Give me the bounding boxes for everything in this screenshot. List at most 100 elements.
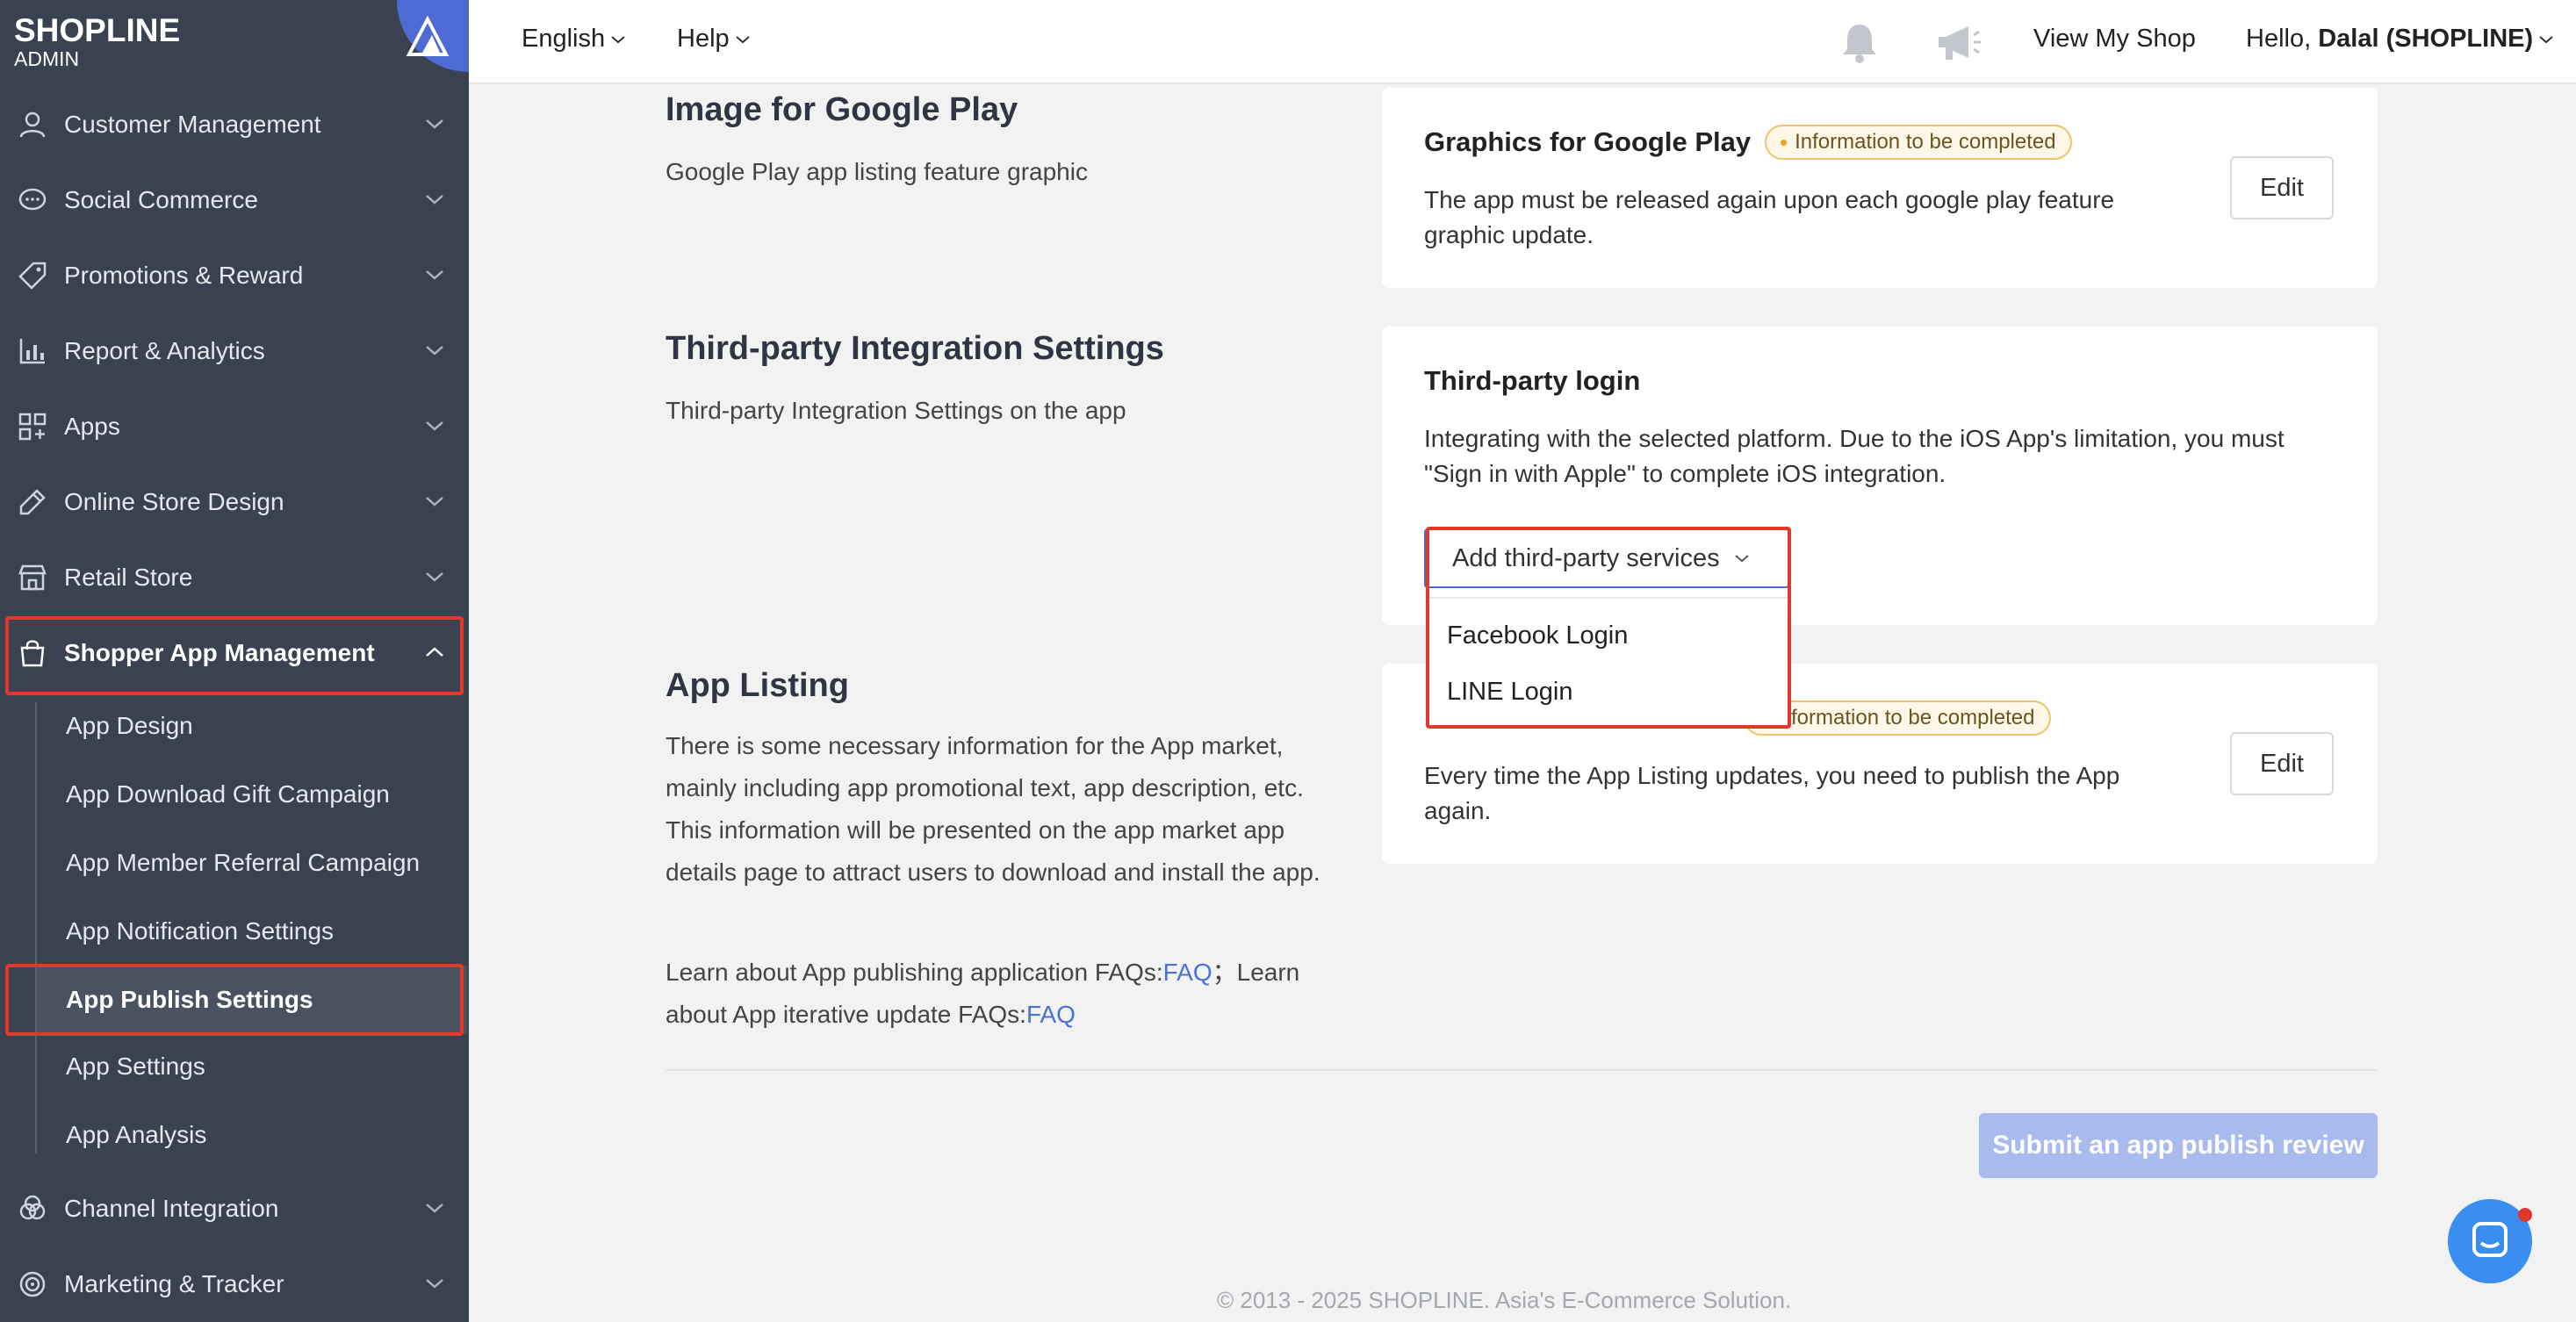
chat-bubble-icon	[18, 188, 47, 211]
edit-google-play-button[interactable]: Edit	[2230, 156, 2334, 219]
section-title-app-listing: App Listing	[666, 667, 849, 704]
menu-item-line-login[interactable]: LINE Login	[1447, 678, 1573, 707]
card-text-third-party: Integrating with the selected platform. …	[1424, 425, 2285, 487]
sidebar-subitem-label: App Publish Settings	[66, 986, 313, 1013]
section-desc-app-listing: There is some necessary information for …	[666, 732, 1320, 886]
chat-support-button[interactable]	[2448, 1199, 2532, 1283]
megaphone-icon[interactable]	[1933, 21, 1982, 65]
shopline-logo[interactable]: SHOPLINE ADMIN	[14, 12, 180, 71]
card-title-google-play: Graphics for Google Play Information to …	[1424, 125, 2072, 160]
sidebar-item-social-commerce[interactable]: Social Commerce	[0, 162, 469, 238]
badge-text: Information to be completed	[1774, 706, 2035, 729]
sidebar-item-label: Social Commerce	[64, 186, 258, 213]
faq-link-publishing[interactable]: FAQ	[1163, 959, 1212, 986]
logo-brand: SHOPLINE	[14, 12, 181, 48]
greeting-label: Hello,	[2246, 25, 2319, 53]
submit-publish-review-button[interactable]: Submit an app publish review	[1979, 1113, 2378, 1178]
notification-dot	[2518, 1208, 2532, 1222]
section-desc-google-play: Google Play app listing feature graphic	[666, 158, 1088, 185]
sidebar-subitem-label: App Download Gift Campaign	[66, 780, 390, 808]
section-title-third-party: Third-party Integration Settings	[666, 330, 1164, 367]
sidebar-item-label: Report & Analytics	[64, 337, 265, 364]
sidebar-item-promotions-reward[interactable]: Promotions & Reward	[0, 238, 469, 313]
user-name: Dalal (SHOPLINE)	[2318, 25, 2534, 53]
sidebar-item-label: Retail Store	[64, 564, 193, 591]
sidebar-item-label: Online Store Design	[64, 488, 284, 515]
status-badge: Information to be completed	[1765, 125, 2072, 160]
paint-icon	[19, 489, 46, 515]
view-my-shop-link[interactable]: View My Shop	[2033, 25, 2196, 54]
card-title-third-party: Third-party login	[1424, 365, 1640, 397]
sidebar-item-label: Channel Integration	[64, 1195, 279, 1222]
chevron-down-icon	[426, 497, 443, 507]
sidebar-item-apps[interactable]: Apps	[0, 389, 469, 464]
tag-icon	[18, 262, 47, 290]
faq-link-iterative[interactable]: FAQ	[1026, 1001, 1076, 1028]
edit-app-listing-button[interactable]: Edit	[2230, 732, 2334, 795]
chevron-down-icon	[426, 1279, 443, 1289]
card-google-play: Graphics for Google Play Information to …	[1382, 88, 2378, 288]
sidebar-item-online-store-design[interactable]: Online Store Design	[0, 464, 469, 540]
mountain-logo-icon	[397, 0, 469, 72]
chevron-down-icon	[736, 35, 750, 43]
store-icon	[18, 564, 47, 591]
faq-text: Learn about App publishing application F…	[666, 952, 1342, 1036]
chevron-down-icon	[426, 572, 443, 582]
chevron-down-icon	[426, 346, 443, 356]
sidebar-subitem-app-publish-settings[interactable]: App Publish Settings	[37, 966, 467, 1034]
card-title-app-listing: Information to be completed	[1744, 701, 2051, 736]
shopping-bag-icon	[20, 640, 45, 667]
sidebar-subitem-label: App Analysis	[66, 1121, 207, 1148]
sidebar-item-label: Shopper App Management	[64, 639, 375, 666]
sidebar-subitem-app-download-gift-campaign[interactable]: App Download Gift Campaign	[37, 760, 467, 829]
chevron-down-icon	[426, 119, 443, 129]
badge-text: Information to be completed	[1795, 130, 2056, 154]
sidebar-subitem-label: App Design	[66, 712, 193, 739]
section-desc-third-party: Third-party Integration Settings on the …	[666, 397, 1126, 424]
sidebar: SHOPLINE ADMIN Customer Management Socia…	[0, 0, 469, 1322]
bar-chart-icon	[19, 339, 45, 364]
card-title-text: Graphics for Google Play	[1424, 126, 1752, 157]
sidebar-subitem-app-settings[interactable]: App Settings	[37, 1032, 467, 1101]
chevron-down-icon	[426, 421, 443, 431]
chevron-down-icon	[611, 35, 625, 43]
card-title-text: Third-party login	[1424, 365, 1641, 396]
sidebar-item-marketing-tracker[interactable]: Marketing & Tracker	[0, 1247, 469, 1322]
view-shop-label: View My Shop	[2033, 25, 2196, 53]
sidebar-subitem-app-design[interactable]: App Design	[37, 692, 467, 760]
sidebar-subitem-label: App Settings	[66, 1053, 205, 1080]
sidebar-subitem-app-member-referral-campaign[interactable]: App Member Referral Campaign	[37, 829, 467, 897]
bell-icon[interactable]	[1838, 21, 1881, 65]
divider	[666, 1069, 2378, 1071]
channel-icon	[19, 1195, 46, 1220]
chevron-down-icon	[426, 270, 443, 280]
section-title-google-play: Image for Google Play	[666, 91, 1018, 128]
chevron-down-icon	[426, 1203, 443, 1213]
chevron-down-icon	[426, 195, 443, 205]
sidebar-subitem-app-analysis[interactable]: App Analysis	[37, 1101, 467, 1169]
chevron-down-icon	[1734, 555, 1749, 563]
sidebar-item-label: Promotions & Reward	[64, 262, 304, 289]
sidebar-item-channel-integration[interactable]: Channel Integration	[0, 1171, 469, 1247]
language-dropdown[interactable]: English	[522, 25, 626, 54]
help-dropdown[interactable]: Help	[677, 25, 751, 54]
footer-copyright: © 2013 - 2025 SHOPLINE. Asia's E-Commerc…	[1217, 1287, 1792, 1313]
chevron-up-icon	[426, 647, 443, 657]
logo-sub: ADMIN	[14, 47, 80, 70]
language-label: English	[522, 25, 606, 53]
sidebar-item-retail-store[interactable]: Retail Store	[0, 540, 469, 615]
sidebar-item-report-analytics[interactable]: Report & Analytics	[0, 313, 469, 389]
card-text-app-listing: Every time the App Listing updates, you …	[1424, 762, 2120, 824]
third-party-services-menu: Facebook Login LINE Login	[1428, 597, 1788, 727]
badge-dot-icon	[1781, 139, 1788, 146]
sidebar-item-customer-management[interactable]: Customer Management	[0, 87, 469, 162]
sidebar-item-shopper-app-management[interactable]: Shopper App Management	[0, 615, 469, 691]
add-third-party-services-dropdown[interactable]: Add third-party services	[1424, 528, 1789, 588]
sidebar-subitem-label: App Member Referral Campaign	[66, 849, 421, 876]
sidebar-item-label: Marketing & Tracker	[64, 1270, 284, 1297]
top-header: English Help View My Shop Hello, Dalal (…	[469, 0, 2576, 84]
user-icon	[19, 111, 46, 138]
menu-item-facebook-login[interactable]: Facebook Login	[1447, 621, 1628, 650]
user-menu[interactable]: Hello, Dalal (SHOPLINE)	[2246, 25, 2554, 54]
sidebar-subitem-app-notification-settings[interactable]: App Notification Settings	[37, 897, 467, 966]
